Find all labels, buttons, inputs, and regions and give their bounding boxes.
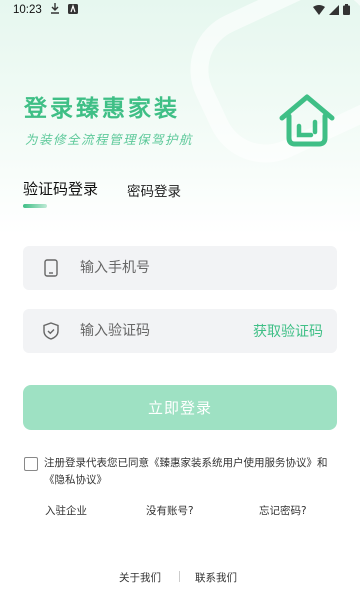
phone-input[interactable]: [78, 259, 252, 277]
shield-icon: [42, 322, 60, 340]
login-button[interactable]: 立即登录: [23, 385, 337, 430]
phone-icon: [42, 259, 60, 277]
no-account-link[interactable]: 没有账号?: [146, 503, 194, 518]
battery-icon: [343, 4, 350, 18]
tab-sms-login[interactable]: 验证码登录: [23, 178, 98, 199]
wifi-icon: [313, 4, 325, 18]
join-company-link[interactable]: 入驻企业: [45, 503, 87, 518]
about-us-link[interactable]: 关于我们: [119, 570, 161, 585]
get-code-button[interactable]: 获取验证码: [253, 321, 323, 341]
phone-field[interactable]: [23, 246, 337, 290]
status-time: 10:23: [13, 4, 42, 16]
house-logo-icon: [276, 92, 338, 148]
brand-title: 登录臻惠家装: [24, 95, 180, 122]
footer-divider: [179, 571, 180, 582]
agreement-text[interactable]: 注册登录代表您已同意《臻惠家装系统用户使用服务协议》和《隐私协议》: [44, 455, 334, 489]
agreement-checkbox[interactable]: [24, 457, 38, 471]
signal-icon: [329, 4, 339, 18]
contact-us-link[interactable]: 联系我们: [195, 570, 237, 585]
status-bar: 10:23: [0, 0, 360, 20]
tab-password-login[interactable]: 密码登录: [127, 180, 181, 200]
code-field[interactable]: 获取验证码: [23, 309, 337, 353]
code-input[interactable]: [78, 322, 252, 340]
forgot-password-link[interactable]: 忘记密码?: [259, 503, 307, 518]
active-tab-indicator: [23, 204, 47, 208]
brand-subtitle: 为装修全流程管理保驾护航: [25, 132, 194, 147]
app-notification-icon: [67, 3, 78, 17]
download-icon: [50, 3, 60, 17]
